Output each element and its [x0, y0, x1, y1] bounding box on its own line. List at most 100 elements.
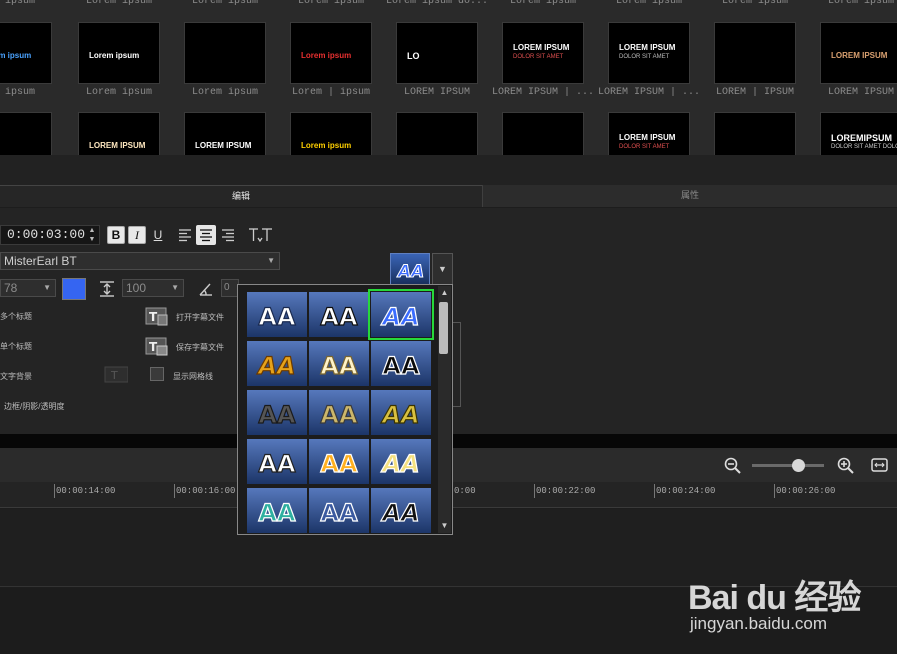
style-aa-text: AA — [258, 450, 296, 478]
line-spacing-select[interactable]: 100 ▼ — [122, 279, 184, 297]
text-style-swatch[interactable]: AA — [247, 439, 307, 484]
text-style-swatch[interactable]: AA — [371, 341, 431, 386]
text-style-swatch[interactable]: AA — [309, 292, 369, 337]
ruler-tick-line — [174, 484, 175, 498]
zoom-slider-track[interactable] — [752, 464, 824, 467]
text-style-swatch[interactable]: AA — [247, 292, 307, 337]
zoom-out-icon[interactable] — [724, 457, 741, 474]
template-thumbnail[interactable] — [0, 112, 52, 155]
align-center-button[interactable] — [196, 225, 216, 245]
underline-button[interactable]: U — [149, 226, 167, 244]
template-thumbnail[interactable] — [714, 22, 796, 84]
font-size-select[interactable]: 78 ▼ — [0, 279, 56, 297]
italic-button[interactable]: I — [128, 226, 146, 244]
title-template-library: em ipsum Lorem ipsum Lorem ipsum Lorem ipsu… — [0, 0, 897, 155]
text-style-swatch[interactable]: AA — [309, 439, 369, 484]
text-background-option[interactable]: 文字背景 — [0, 371, 32, 382]
thumbnail-text: LOREM IPSUM — [619, 43, 676, 52]
template-thumbnail[interactable] — [184, 22, 266, 84]
text-style-swatch[interactable]: AA — [247, 341, 307, 386]
template-thumbnail[interactable]: LOREM IPSUM DOLOR SIT AMET — [608, 112, 690, 155]
text-style-swatch[interactable]: AA — [247, 390, 307, 435]
style-aa-icon: AA — [258, 498, 297, 527]
template-thumbnail[interactable] — [714, 112, 796, 155]
line-spacing-value: 100 — [126, 281, 147, 295]
text-style-swatch[interactable]: AA — [368, 289, 434, 340]
text-style-dropdown-button[interactable]: ▼ — [432, 253, 453, 285]
style-aa-icon: AA — [382, 351, 421, 380]
align-left-icon[interactable] — [178, 228, 192, 242]
multi-title-option[interactable]: 多个标题 — [0, 311, 32, 322]
tab-edit[interactable]: 编辑 — [0, 185, 482, 207]
template-thumbnail[interactable]: LOREMIPSUMDOLOR SIT AMET DOLOR SIT AMET — [820, 112, 897, 155]
template-thumbnail[interactable]: LOREM IPSUM — [78, 112, 160, 155]
style-aa-text: AA — [380, 303, 419, 331]
save-subtitle-icon[interactable]: T — [145, 336, 169, 358]
template-thumbnail[interactable]: LO — [396, 22, 478, 84]
template-thumbnail[interactable]: Lorem ipsum — [290, 112, 372, 155]
thumbnail-subtext: DOLOR SIT AMET — [619, 54, 670, 60]
thumbnail-subtext: DOLOR SIT AMET — [619, 144, 670, 150]
baidu-logo: Bai du 经验 — [688, 579, 861, 617]
save-subtitle-label[interactable]: 保存字幕文件 — [176, 342, 224, 353]
text-style-swatch[interactable]: AA — [371, 439, 431, 484]
template-caption: Lorem ipsum — [297, 0, 364, 7]
text-style-swatch[interactable]: AA — [247, 488, 307, 533]
text-style-swatch[interactable]: AA — [309, 488, 369, 533]
template-thumbnail[interactable] — [502, 112, 584, 155]
bold-button[interactable]: B — [107, 226, 125, 244]
duration-spinner[interactable]: ▲ ▼ — [86, 226, 98, 244]
style-aa-text: AA — [382, 352, 420, 380]
ruler-tick-line — [654, 484, 655, 498]
text-color-button[interactable] — [62, 278, 86, 300]
template-thumbnail[interactable]: LOREM IPSUM — [184, 112, 266, 155]
template-caption: Lorem ipsum — [85, 0, 152, 7]
template-thumbnail[interactable] — [396, 112, 478, 155]
border-shadow-option[interactable]: 边框/阴影/透明度 — [4, 401, 64, 412]
zoom-in-icon[interactable] — [837, 457, 854, 474]
panel-tabs: 编辑 属性 — [0, 185, 897, 207]
open-subtitle-icon[interactable]: T — [145, 306, 169, 328]
fit-timeline-icon[interactable] — [871, 458, 888, 472]
chevron-down-icon: ▼ — [267, 256, 275, 265]
template-thumbnail[interactable]: Lorem ipsum — [0, 22, 52, 84]
thumbnail-text: Lorem ipsum — [301, 51, 352, 60]
text-direction-icon[interactable] — [248, 227, 274, 243]
tab-properties[interactable]: 属性 — [482, 185, 897, 207]
text-background-icon: T — [104, 366, 128, 383]
rotation-angle-icon — [199, 283, 212, 296]
style-aa-icon: AA — [320, 400, 359, 429]
ruler-tick-label: 00:00:26:00 — [776, 486, 836, 496]
single-title-option[interactable]: 单个标题 — [0, 341, 32, 352]
style-preview-aa-icon: AA — [395, 262, 424, 283]
template-caption: LOREM IPSUM — [827, 87, 894, 98]
style-popup-scrollbar-thumb[interactable] — [439, 302, 448, 354]
style-aa-text: AA — [258, 499, 296, 527]
font-select[interactable]: MisterEarl BT ▼ — [0, 252, 280, 270]
style-aa-icon: AA — [320, 351, 359, 380]
template-thumbnail[interactable]: LOREM IPSUM DOLOR SIT AMET — [502, 22, 584, 84]
chevron-down-icon: ▼ — [171, 283, 179, 292]
template-caption: Lorem ipsum — [191, 0, 258, 7]
zoom-slider-thumb[interactable] — [792, 459, 805, 472]
show-grid-checkbox[interactable] — [150, 367, 164, 381]
open-subtitle-label[interactable]: 打开字幕文件 — [176, 312, 224, 323]
text-style-preview[interactable]: AA — [390, 253, 430, 285]
text-style-swatch[interactable]: AA — [309, 390, 369, 435]
style-aa-text: AA — [320, 401, 358, 429]
style-aa-text: AA — [258, 401, 296, 429]
scroll-up-icon[interactable]: ▲ — [438, 288, 451, 297]
align-right-icon[interactable] — [221, 228, 235, 242]
text-style-swatch[interactable]: AA — [371, 488, 431, 533]
text-style-swatch[interactable]: AA — [371, 390, 431, 435]
template-thumbnail[interactable]: LOREM IPSUM — [820, 22, 897, 84]
style-aa-text: AA — [320, 352, 358, 380]
template-thumbnail[interactable]: Lorem ipsum — [290, 22, 372, 84]
scroll-down-icon[interactable]: ▼ — [438, 521, 451, 530]
duration-input[interactable]: 0:00:03:00 — [0, 225, 100, 245]
template-caption: em ipsum — [0, 0, 35, 7]
text-style-swatch[interactable]: AA — [309, 341, 369, 386]
template-thumbnail[interactable]: Lorem ipsum — [78, 22, 160, 84]
style-aa-text: AA — [380, 450, 419, 478]
template-thumbnail[interactable]: LOREM IPSUM DOLOR SIT AMET — [608, 22, 690, 84]
